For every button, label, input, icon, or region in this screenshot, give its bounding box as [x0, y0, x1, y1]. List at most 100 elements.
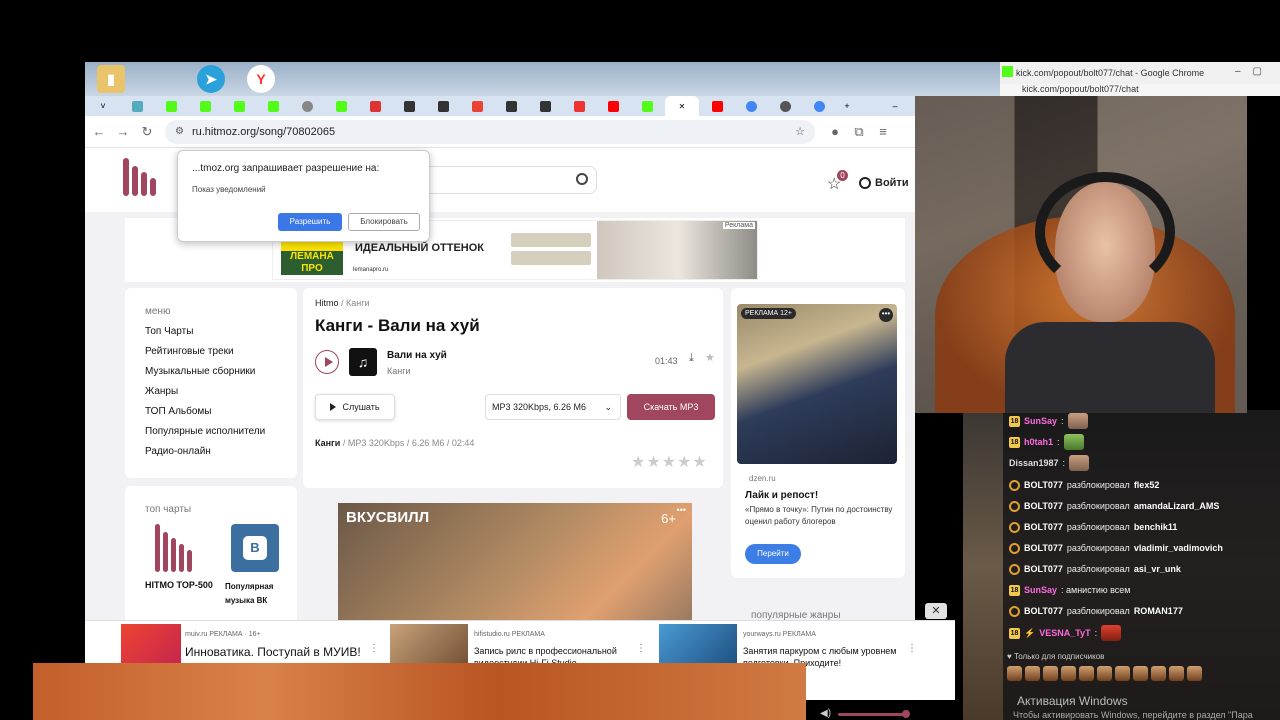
emote-icon[interactable] — [1115, 666, 1130, 681]
mod-name[interactable]: BOLT077 — [1024, 480, 1063, 490]
bookmark-star-icon[interactable]: ☆ — [795, 125, 805, 138]
breadcrumb-site[interactable]: Hitmo — [315, 298, 339, 308]
meta-artist[interactable]: Канги — [315, 438, 340, 448]
menu-item-collections[interactable]: Музыкальные сборники — [145, 366, 255, 377]
reading-list-icon[interactable]: ≡ — [871, 124, 895, 139]
more-vertical-icon[interactable]: ⋮ — [907, 643, 917, 654]
chat-username[interactable]: VESNA_TyT — [1039, 628, 1090, 638]
hitmo-top-logo[interactable] — [155, 524, 192, 572]
forward-button[interactable]: → — [111, 124, 135, 139]
track-name[interactable]: Вали на хуй — [387, 350, 447, 361]
telegram-icon[interactable]: ➤ — [197, 65, 225, 93]
emote-icon[interactable] — [1061, 666, 1076, 681]
play-button[interactable] — [315, 350, 339, 374]
mod-target[interactable]: benchik11 — [1134, 522, 1178, 532]
yandex-icon[interactable]: Y — [247, 65, 275, 93]
tab[interactable] — [223, 98, 255, 114]
download-icon[interactable]: ⤓ — [689, 352, 694, 365]
menu-item-genres[interactable]: Жанры — [145, 386, 178, 397]
mod-target[interactable]: ROMAN177 — [1134, 606, 1183, 616]
volume-icon[interactable]: ◀) — [820, 708, 831, 719]
emote-icon[interactable] — [1097, 666, 1112, 681]
more-icon[interactable]: ••• — [677, 505, 686, 515]
folder-icon[interactable]: ▮ — [97, 65, 125, 93]
tab[interactable] — [393, 98, 425, 114]
allow-button[interactable]: Разрешить — [278, 213, 342, 231]
chat-username[interactable]: Dissan1987 — [1009, 458, 1059, 468]
emote-picker-row[interactable] — [1007, 666, 1202, 681]
window-controls[interactable]: –▢ — [1235, 66, 1274, 77]
hitmo-logo[interactable] — [123, 158, 156, 196]
emote-icon[interactable] — [1025, 666, 1040, 681]
mod-name[interactable]: BOLT077 — [1024, 501, 1063, 511]
tab[interactable] — [563, 98, 595, 114]
menu-item-radio[interactable]: Радио-онлайн — [145, 446, 211, 457]
chat-username[interactable]: h0tah1 — [1024, 437, 1053, 447]
tab[interactable] — [257, 98, 289, 114]
mod-name[interactable]: BOLT077 — [1024, 522, 1063, 532]
track-artist[interactable]: Канги — [387, 366, 411, 376]
tab-close-icon[interactable]: ✕ — [679, 102, 686, 111]
tab[interactable] — [495, 98, 527, 114]
block-button[interactable]: Блокировать — [348, 213, 420, 231]
emote-icon[interactable] — [1151, 666, 1166, 681]
chat-username[interactable]: SunSay — [1024, 585, 1057, 595]
tab[interactable] — [427, 98, 459, 114]
tab[interactable] — [597, 98, 629, 114]
mod-target[interactable]: amandaLizard_AMS — [1134, 501, 1220, 511]
volume-slider[interactable] — [838, 713, 908, 716]
close-icon[interactable]: ✕ — [925, 603, 947, 619]
listen-button[interactable]: Слушать — [315, 394, 395, 420]
favorite-star-icon[interactable]: ★ — [705, 351, 715, 364]
more-icon[interactable]: ••• — [879, 308, 893, 322]
rating-stars[interactable]: ★★★★★ — [631, 452, 708, 472]
tab[interactable] — [735, 98, 767, 114]
chat-username[interactable]: SunSay — [1024, 416, 1057, 426]
more-vertical-icon[interactable]: ⋮ — [369, 643, 379, 654]
tab[interactable] — [189, 98, 221, 114]
extensions-icon[interactable]: ⧉ — [847, 124, 871, 140]
download-mp3-button[interactable]: Скачать MP3 — [627, 394, 715, 420]
mod-target[interactable]: asi_vr_unk — [1134, 564, 1181, 574]
top-chart-hitmo[interactable]: HITMO TOP-500 — [145, 580, 213, 590]
site-info-icon[interactable]: ⚙ — [175, 126, 184, 137]
tab[interactable] — [631, 98, 663, 114]
reload-button[interactable]: ↻ — [135, 124, 159, 140]
mod-name[interactable]: BOLT077 — [1024, 543, 1063, 553]
emote-icon[interactable] — [1133, 666, 1148, 681]
tab[interactable] — [701, 98, 733, 114]
tab[interactable] — [803, 98, 835, 114]
breadcrumb-artist[interactable]: Канги — [346, 298, 370, 308]
menu-item-artists[interactable]: Популярные исполнители — [145, 426, 265, 437]
menu-item-rating[interactable]: Рейтинговые треки — [145, 346, 234, 357]
vk-logo[interactable]: B — [231, 524, 279, 572]
search-icon[interactable] — [576, 173, 588, 185]
ad-go-button[interactable]: Перейти — [745, 544, 801, 564]
profile-icon[interactable]: ● — [823, 124, 847, 139]
mod-target[interactable]: vladimir_vadimovich — [1134, 543, 1223, 553]
tab[interactable] — [121, 98, 153, 114]
tab[interactable] — [529, 98, 561, 114]
address-bar[interactable]: ⚙ ru.hitmoz.org/song/70802065 ☆ — [165, 119, 815, 144]
back-button[interactable]: ← — [87, 124, 111, 139]
emote-icon[interactable] — [1187, 666, 1202, 681]
format-select[interactable]: MP3 320Kbps, 6.26 M6 ⌄ — [485, 394, 621, 420]
tab[interactable] — [291, 98, 323, 114]
volume-slider-knob[interactable] — [902, 710, 910, 718]
tab-active[interactable]: ✕ — [665, 96, 699, 116]
tab[interactable] — [461, 98, 493, 114]
tab[interactable] — [325, 98, 357, 114]
search-input[interactable] — [415, 166, 597, 194]
minimize-button[interactable]: – — [885, 98, 905, 114]
tab[interactable] — [769, 98, 801, 114]
menu-item-top-albums[interactable]: ТОП Альбомы — [145, 406, 211, 417]
emote-icon[interactable] — [1169, 666, 1184, 681]
tab[interactable] — [359, 98, 391, 114]
mod-name[interactable]: BOLT077 — [1024, 564, 1063, 574]
mod-target[interactable]: flex52 — [1134, 480, 1160, 490]
emote-icon[interactable] — [1007, 666, 1022, 681]
emote-icon[interactable] — [1079, 666, 1094, 681]
top-chart-vk[interactable]: Популярная музыка ВК — [225, 580, 285, 608]
right-ad-card[interactable]: РЕКЛАМА 12+ ••• dzen.ru Лайк и репост! «… — [731, 288, 905, 578]
login-button[interactable]: Войти — [859, 177, 909, 189]
